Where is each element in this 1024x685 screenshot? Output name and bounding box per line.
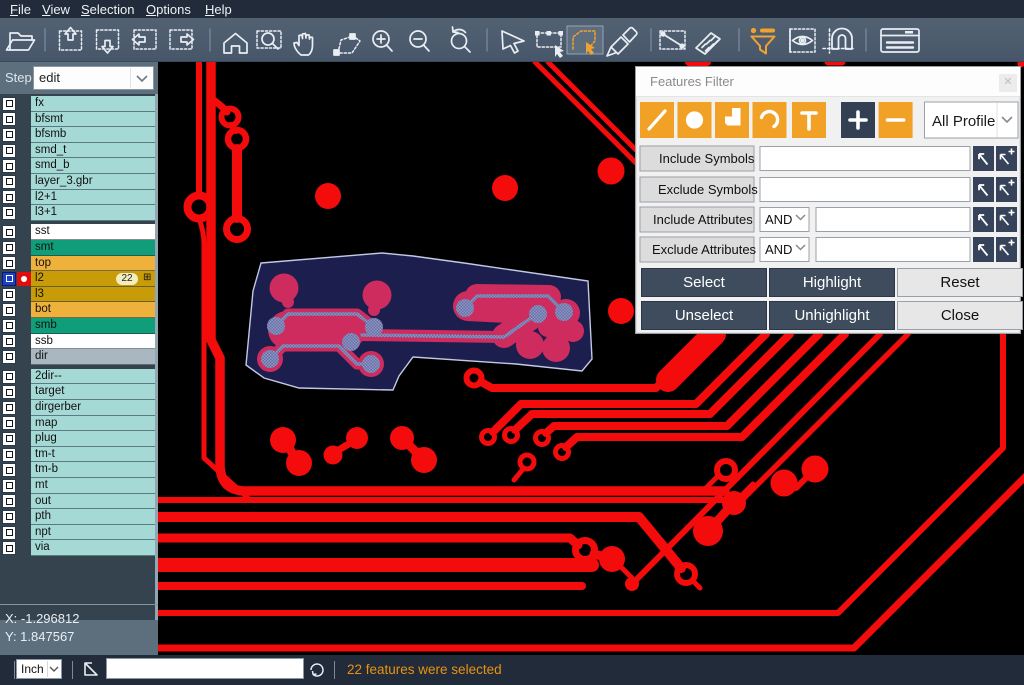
svg-text:AND: AND bbox=[765, 242, 792, 257]
svg-text:Exclude Attributes: Exclude Attributes bbox=[652, 242, 757, 257]
svg-text:Exclude Symbols: Exclude Symbols bbox=[658, 182, 758, 197]
svg-text:AND: AND bbox=[765, 212, 792, 227]
svg-text:Include Attributes: Include Attributes bbox=[653, 212, 753, 227]
svg-text:Include Symbols: Include Symbols bbox=[659, 151, 755, 166]
svg-text:All Profile: All Profile bbox=[932, 113, 995, 130]
